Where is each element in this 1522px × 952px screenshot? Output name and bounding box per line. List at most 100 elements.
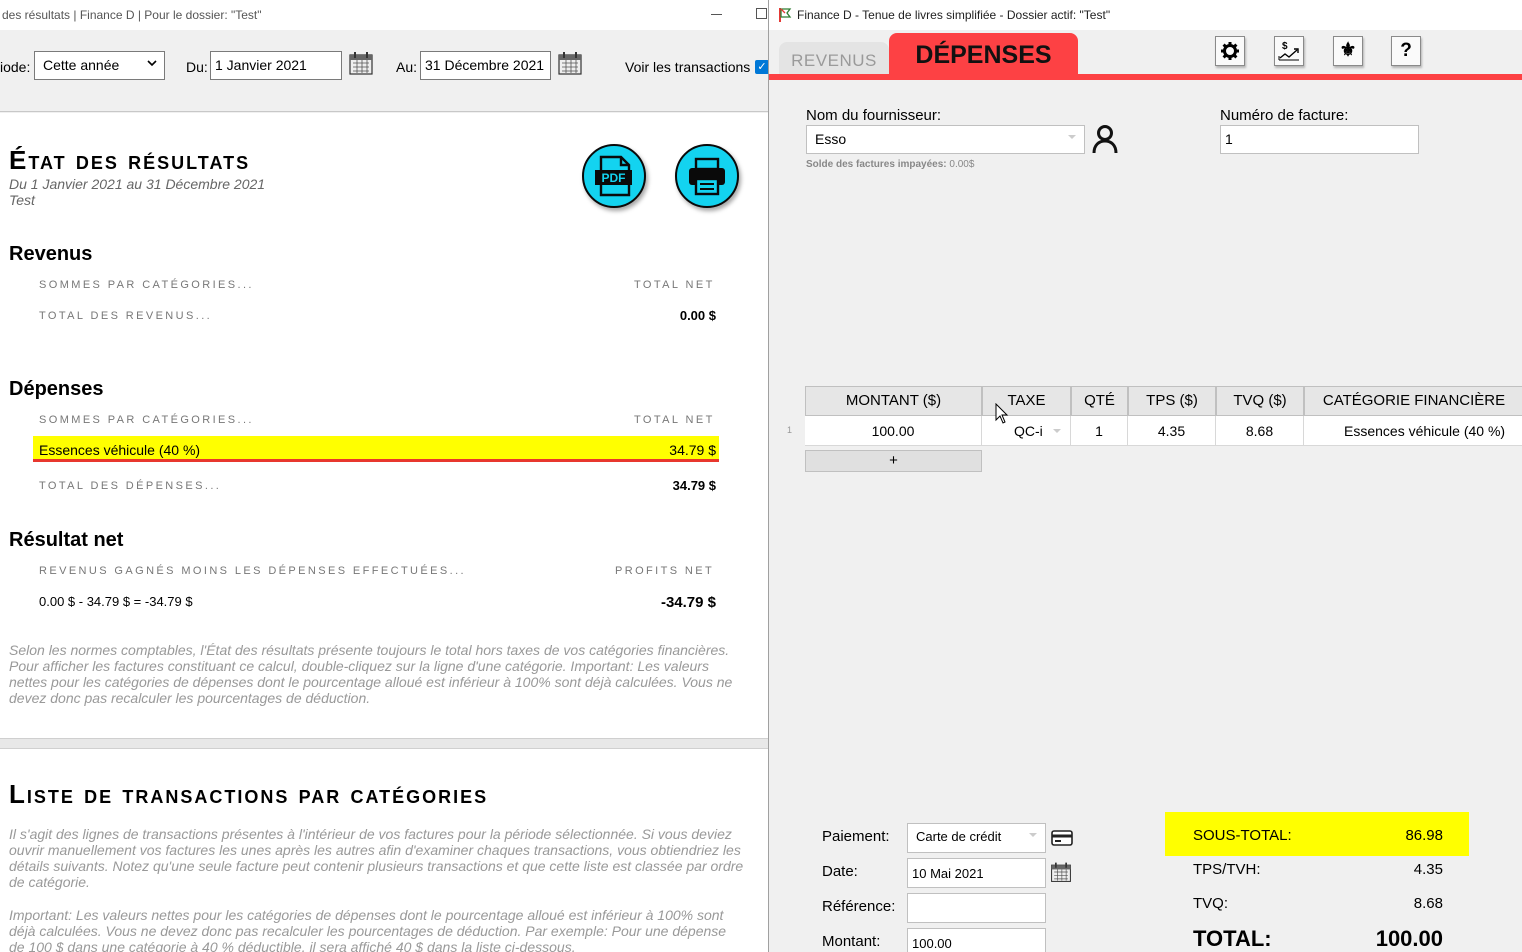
settings-button[interactable]: [1215, 36, 1245, 66]
subtotal-value: 86.98: [1405, 827, 1443, 844]
grid-header-amount[interactable]: MONTANT ($): [805, 386, 982, 416]
grid-row-number: 1: [787, 425, 793, 435]
unpaid-balance-label: Solde des factures impayées:: [806, 159, 947, 170]
money-chart-icon: $: [1278, 41, 1299, 61]
revenus-total-label: Total des revenus...: [39, 310, 213, 322]
pdf-icon: PDF: [595, 155, 632, 197]
svg-text:$: $: [1282, 41, 1288, 52]
period-select[interactable]: Cette année: [34, 51, 165, 80]
mouse-cursor-icon: [995, 402, 1009, 430]
calendar-icon[interactable]: [556, 49, 584, 75]
depenses-col-right: Total net: [634, 414, 715, 426]
grid-cell-tvq[interactable]: 8.68: [1216, 416, 1304, 446]
fleur-de-lis-icon: ⚜: [1339, 40, 1357, 61]
expense-category-row[interactable]: Essences véhicule (40 %) 34.79 $: [33, 436, 719, 462]
expense-entry-window: Finance D - Tenue de livres simplifiée -…: [768, 0, 1522, 952]
grid-cell-qty[interactable]: 1: [1071, 416, 1128, 446]
income-statement: État des résultats Du 1 Janvier 2021 au …: [0, 113, 768, 738]
grid-header-tvq[interactable]: TVQ ($): [1216, 386, 1304, 416]
subtotal-label: SOUS-TOTAL:: [1193, 827, 1292, 844]
grid-cell-category[interactable]: Essences véhicule (40 %): [1304, 416, 1522, 446]
tps-value: 4.35: [1413, 861, 1443, 878]
total-label: TOTAL:: [1193, 926, 1272, 951]
chevron-down-icon: [1052, 416, 1062, 456]
pdf-export-button[interactable]: PDF: [582, 144, 646, 208]
grid-cell-tax-value: QC-i: [1014, 423, 1043, 439]
revenus-col-left: Sommes par catégories...: [39, 279, 254, 291]
grid-header-tps[interactable]: TPS ($): [1128, 386, 1216, 416]
grid-header-qty[interactable]: QTÉ: [1071, 386, 1128, 416]
transactions-list-title: Liste de transactions par catégories: [9, 779, 489, 809]
grid-header-category[interactable]: CATÉGORIE FINANCIÈRE: [1304, 386, 1522, 416]
quebec-button[interactable]: ⚜: [1333, 36, 1363, 66]
expense-category-label: Essences véhicule (40 %): [39, 442, 201, 458]
from-date-input[interactable]: 1 Janvier 2021: [210, 51, 342, 80]
add-row-button[interactable]: +: [805, 450, 982, 472]
help-button[interactable]: ?: [1391, 36, 1421, 66]
show-transactions-checkbox[interactable]: ✓: [755, 60, 768, 74]
period-label: iode:: [0, 59, 31, 75]
report-date-range: Du 1 Janvier 2021 au 31 Décembre 2021: [9, 176, 266, 192]
to-date-input[interactable]: 31 Décembre 2021: [420, 51, 551, 80]
to-label: Au:: [396, 59, 418, 75]
tab-revenus[interactable]: REVENUS: [779, 42, 889, 74]
report-window-title: des résultats | Finance D | Pour le doss…: [2, 8, 262, 22]
payment-select[interactable]: Carte de crédit: [907, 823, 1046, 853]
entry-titlebar: Finance D - Tenue de livres simplifiée -…: [769, 0, 1522, 30]
unpaid-balance: Solde des factures impayées: 0.00$: [806, 159, 974, 170]
depenses-col-left: Sommes par catégories...: [39, 414, 254, 426]
grid-cell-tps[interactable]: 4.35: [1128, 416, 1216, 446]
revenus-total-value: 0.00 $: [679, 308, 716, 323]
date-label: Date:: [822, 863, 858, 880]
chevron-down-icon: [1066, 131, 1078, 146]
amount-input[interactable]: 100.00: [907, 928, 1046, 952]
total-value: 100.00: [1375, 926, 1443, 951]
credit-card-icon[interactable]: [1051, 830, 1073, 851]
from-label: Du:: [186, 59, 208, 75]
gear-icon: [1221, 42, 1239, 60]
supplier-select-value: Esso: [815, 131, 847, 147]
expense-category-value: 34.79 $: [669, 442, 716, 458]
reference-label: Référence:: [822, 898, 896, 915]
help-icon: ?: [1400, 40, 1412, 61]
maximize-icon[interactable]: [756, 8, 767, 19]
report-folder: Test: [9, 192, 35, 208]
invoice-number-input[interactable]: 1: [1220, 125, 1419, 154]
grid-cell-amount[interactable]: 100.00: [805, 416, 982, 446]
report-toolbar: iode: Cette année Du: 1 Janvier 2021 Au:…: [0, 30, 768, 112]
show-transactions-label: Voir les transactions: [625, 59, 751, 75]
user-icon[interactable]: [1090, 123, 1120, 160]
minimize-icon[interactable]: [711, 8, 723, 20]
payment-label: Paiement:: [822, 828, 890, 845]
supplier-select[interactable]: Esso: [806, 125, 1085, 154]
period-select-value: Cette année: [43, 57, 120, 73]
transactions-list-para1: Il s'agit des lignes de transactions pré…: [9, 826, 744, 890]
app-logo-icon: [778, 7, 792, 26]
money-chart-button[interactable]: $: [1274, 36, 1304, 66]
tab-depenses[interactable]: DÉPENSES: [889, 33, 1078, 75]
section-separator: [0, 738, 768, 748]
print-button[interactable]: [675, 144, 739, 208]
transactions-list-para2: Important: Les valeurs nettes pour les c…: [9, 907, 727, 952]
unpaid-balance-value: 0.00$: [949, 159, 975, 170]
chevron-down-icon: [1027, 829, 1039, 844]
svg-text:PDF: PDF: [602, 171, 626, 185]
transactions-list: Liste de transactions par catégories Il …: [0, 748, 768, 952]
revenus-heading: Revenus: [9, 243, 93, 265]
report-titlebar: des résultats | Finance D | Pour le doss…: [0, 0, 768, 30]
date-input[interactable]: 10 Mai 2021: [907, 858, 1046, 888]
payment-select-value: Carte de crédit: [916, 829, 1002, 844]
report-title: État des résultats: [9, 145, 251, 175]
depenses-heading: Dépenses: [9, 378, 104, 400]
calendar-icon[interactable]: [347, 49, 375, 75]
revenus-col-right: Total net: [634, 279, 715, 291]
chevron-down-icon: [146, 57, 158, 72]
entry-window-title: Finance D - Tenue de livres simplifiée -…: [797, 8, 1111, 22]
tps-label: TPS/TVH:: [1193, 861, 1261, 878]
tvq-value: 8.68: [1413, 895, 1443, 912]
calendar-icon[interactable]: [1049, 859, 1073, 890]
supplier-label: Nom du fournisseur:: [806, 107, 942, 124]
report-window: des résultats | Finance D | Pour le doss…: [0, 0, 768, 952]
reference-input[interactable]: [907, 893, 1046, 923]
invoice-number-label: Numéro de facture:: [1220, 107, 1349, 124]
